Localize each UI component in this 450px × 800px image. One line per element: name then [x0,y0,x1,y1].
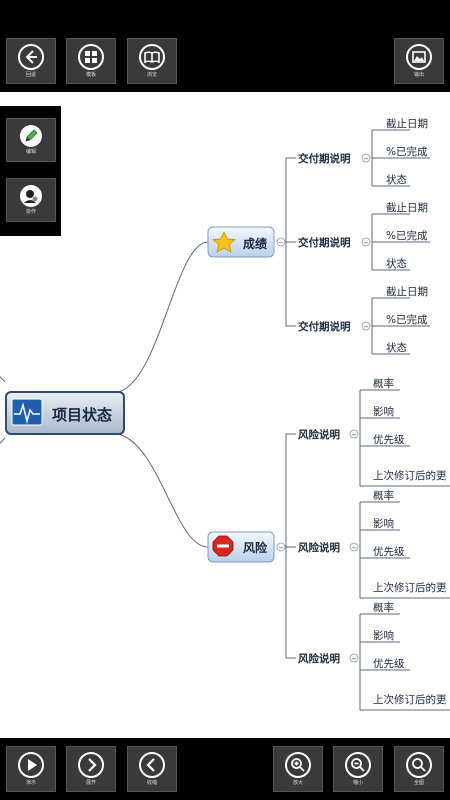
template-label: 模板 [85,72,96,78]
top-toolbar: 回退 模板 浏览 输出 [0,0,450,92]
list-item[interactable]: 截止日期 [386,201,428,214]
svg-text:−: − [351,544,357,552]
svg-text:−: − [351,431,357,439]
svg-text:风险说明: 风险说明 [298,428,340,441]
svg-text:−: − [363,239,369,247]
bottom-toolbar: 演示 展开 收缩 放大 缩小 全图 [0,738,450,800]
side-panel: 编辑 协作 [0,106,61,236]
list-item[interactable]: 状态 [386,341,407,354]
risk-collapse-toggle[interactable]: − [276,542,286,552]
chevron-left-icon [139,752,165,778]
play-icon [18,752,44,778]
svg-text:交付期说明: 交付期说明 [298,236,351,249]
svg-text:风险说明: 风险说明 [298,652,340,665]
list-item[interactable]: 优先级 [373,545,405,558]
list-item[interactable]: 状态 [386,173,407,186]
expand-label: 展开 [85,780,96,786]
magnifier-icon [406,752,432,778]
zoom-in-button[interactable]: 放大 [273,746,323,792]
zoom-in-label: 放大 [292,780,303,786]
svg-text:−: − [363,323,369,331]
list-item[interactable]: 上次修订后的更 [373,581,447,594]
list-item[interactable]: 概率 [373,377,394,390]
list-item[interactable]: 概率 [373,601,394,614]
deliverable-children: 截止日期 %已完成 状态 [386,201,428,270]
collapse-button[interactable]: 收缩 [127,746,177,792]
risk-children: 概率 影响 优先级 上次修订后的更 [373,489,447,594]
export-label: 输出 [413,72,424,78]
browse-label: 浏览 [146,72,157,78]
svg-text:−: − [278,239,284,247]
image-export-icon [406,44,432,70]
list-item[interactable]: 上次修订后的更 [373,469,447,482]
zoom-out-icon [345,752,371,778]
risk-item-node[interactable]: 风险说明 − [298,541,359,554]
fit-all-button[interactable]: 全图 [394,746,444,792]
list-item[interactable]: 影响 [373,629,394,642]
pulse-monitor-icon [11,398,43,426]
collab-label: 协作 [25,209,36,215]
grid-icon [78,44,104,70]
list-item[interactable]: 优先级 [373,433,405,446]
list-item[interactable]: 概率 [373,489,394,502]
svg-text:−: − [278,544,284,552]
deliverable-node[interactable]: 交付期说明 − [298,236,371,249]
chevron-right-icon [78,752,104,778]
back-arrow-icon [18,44,44,70]
back-button[interactable]: 回退 [6,38,56,84]
risk-item-node[interactable]: 风险说明 − [298,428,359,441]
risk-children: 概率 影响 优先级 上次修订后的更 [373,377,447,482]
back-label: 回退 [25,72,36,78]
deliverable-node[interactable]: 交付期说明 − [298,320,371,333]
zoom-out-button[interactable]: 缩小 [333,746,383,792]
svg-text:交付期说明: 交付期说明 [298,152,351,165]
list-item[interactable]: 影响 [373,405,394,418]
svg-text:风险说明: 风险说明 [298,541,340,554]
list-item[interactable]: 影响 [373,517,394,530]
fit-all-label: 全图 [413,780,424,786]
template-button[interactable]: 模板 [66,38,116,84]
score-label: 成绩 [243,236,267,251]
browse-button[interactable]: 浏览 [127,38,177,84]
risk-children: 概率 影响 优先级 上次修订后的更 [373,601,447,706]
expand-button[interactable]: 展开 [66,746,116,792]
root-node[interactable]: 项目状态 [5,391,125,435]
score-node[interactable]: 成绩 [207,226,275,258]
risk-label: 风险 [243,540,268,555]
zoom-in-icon [285,752,311,778]
pencil-icon [20,125,42,147]
edit-label: 编辑 [25,149,36,155]
list-item[interactable]: 状态 [386,257,407,270]
list-item[interactable]: %已完成 [386,229,428,242]
deliverable-children: 截止日期 %已完成 状态 [386,117,428,186]
svg-text:−: − [351,655,357,663]
collapse-label: 收缩 [146,780,157,786]
deliverable-node[interactable]: 交付期说明 − [298,152,371,165]
root-label: 项目状态 [52,406,112,424]
book-icon [139,44,165,70]
mindmap-canvas[interactable]: 项目状态 成绩 − 风险 − 交付期说明 − 截止日期 %已完成 状态 交付期说… [0,92,450,738]
present-label: 演示 [25,780,36,786]
list-item[interactable]: 上次修订后的更 [373,693,447,706]
list-item[interactable]: %已完成 [386,313,428,326]
stop-sign-icon [212,535,234,557]
deliverable-children: 截止日期 %已完成 状态 [386,285,428,354]
svg-text:−: − [363,155,369,163]
risk-item-node[interactable]: 风险说明 − [298,652,359,665]
list-item[interactable]: 截止日期 [386,285,428,298]
export-button[interactable]: 输出 [394,38,444,84]
svg-text:交付期说明: 交付期说明 [298,320,351,333]
user-icon [20,185,42,207]
edit-button[interactable]: 编辑 [6,118,56,162]
zoom-out-label: 缩小 [352,780,363,786]
list-item[interactable]: 截止日期 [386,117,428,130]
score-collapse-toggle[interactable]: − [276,237,286,247]
list-item[interactable]: 优先级 [373,657,405,670]
list-item[interactable]: %已完成 [386,145,428,158]
collab-button[interactable]: 协作 [6,178,56,222]
present-button[interactable]: 演示 [6,746,56,792]
risk-node[interactable]: 风险 [207,531,275,563]
